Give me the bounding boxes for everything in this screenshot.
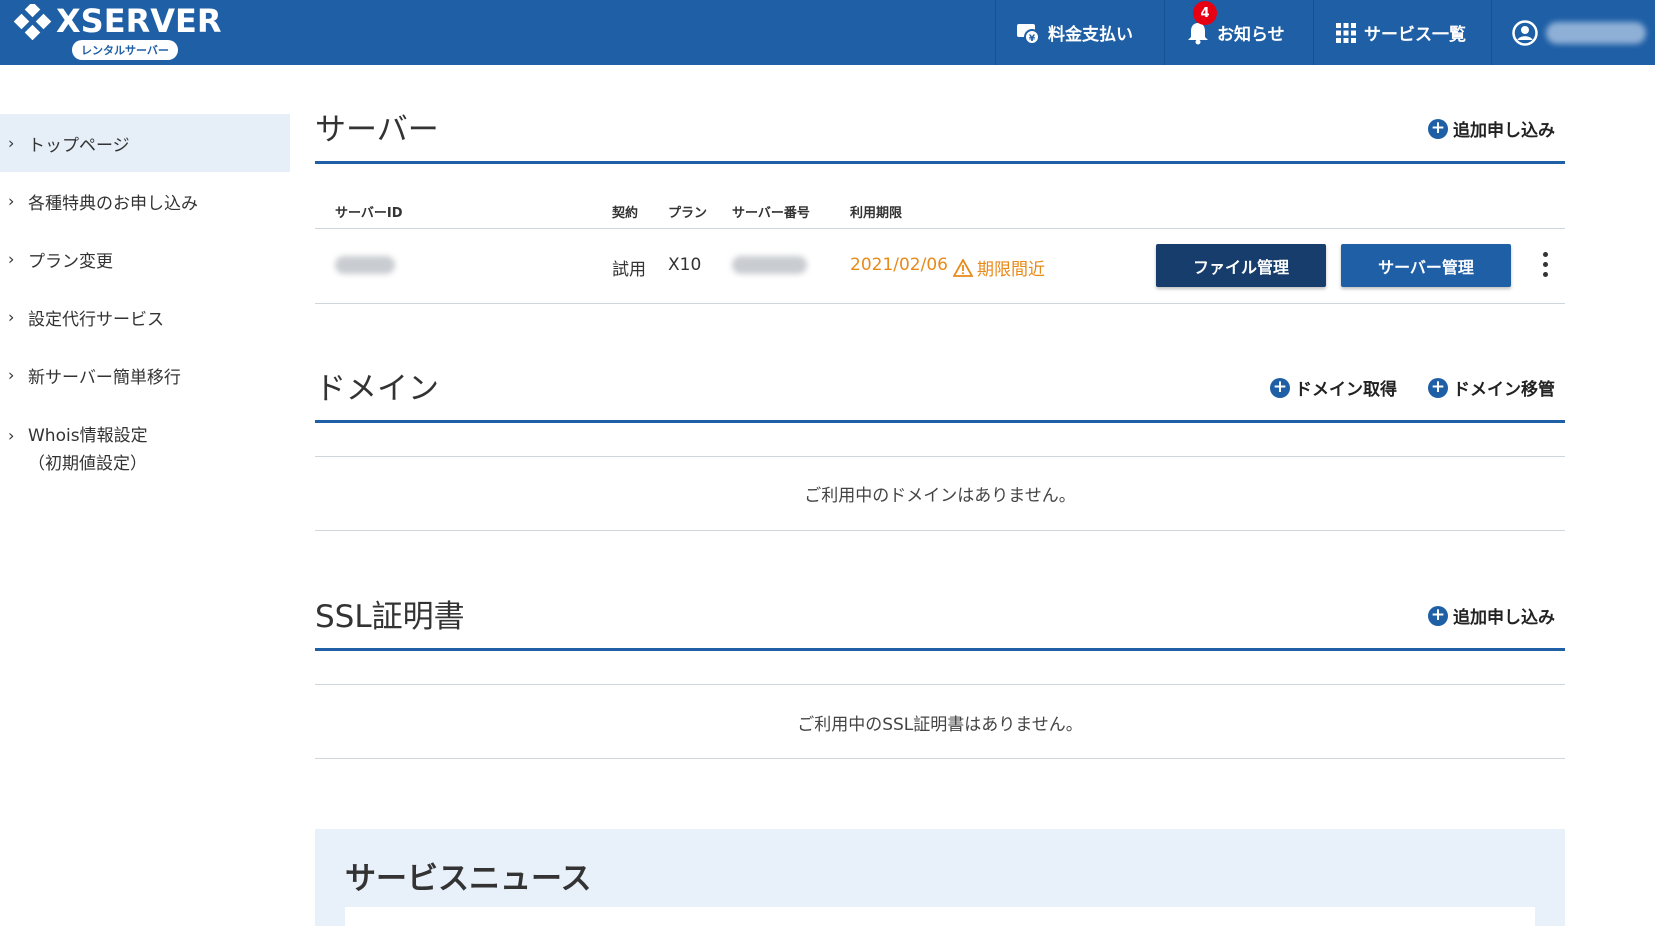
- nav-user-menu[interactable]: [1491, 0, 1655, 65]
- expiry-warning-label: 期限間近: [977, 260, 1045, 280]
- sidebar-item-label: 設定代行サービス: [28, 309, 164, 330]
- warning-icon: [953, 258, 973, 277]
- divider: [315, 303, 1565, 304]
- domain-empty-message: ご利用中のドメインはありません。: [804, 486, 1076, 506]
- service-news-panel: サービスニュース: [315, 829, 1565, 926]
- nav-news-label: お知らせ: [1217, 25, 1285, 45]
- xserver-logo[interactable]: XSERVER レンタルサーバー: [12, 2, 232, 60]
- payment-icon: ¥: [1016, 21, 1040, 45]
- divider: [315, 684, 1565, 685]
- grid-icon: [1336, 22, 1356, 43]
- sidebar-item-plan-change[interactable]: › プラン変更: [0, 230, 290, 288]
- plus-circle-icon: +: [1428, 605, 1448, 626]
- nav-services-label: サービス一覧: [1364, 25, 1466, 45]
- domain-transfer-label: ドメイン移管: [1453, 380, 1555, 400]
- divider: [315, 530, 1565, 531]
- ssl-section-title: SSL証明書: [315, 599, 465, 635]
- nav-services[interactable]: サービス一覧: [1313, 0, 1491, 65]
- chevron-right-icon: ›: [8, 133, 15, 153]
- chevron-right-icon: ›: [8, 191, 15, 211]
- user-icon: [1512, 19, 1538, 46]
- domain-transfer-link[interactable]: + ドメイン移管: [1428, 375, 1555, 400]
- divider: [315, 758, 1565, 759]
- domain-section-header: ドメイン + ドメイン取得 + ドメイン移管: [315, 371, 1565, 423]
- sidebar-item-label: Whois情報設定 （初期値設定）: [28, 422, 148, 478]
- server-number-redacted: [732, 256, 807, 274]
- chevron-right-icon: ›: [8, 249, 15, 269]
- col-server-id: サーバーID: [335, 206, 403, 221]
- server-section-title: サーバー: [315, 112, 439, 148]
- sidebar-item-label: トップページ: [28, 135, 130, 156]
- server-manager-button[interactable]: サーバー管理: [1341, 244, 1511, 287]
- expiry-warning: 期限間近: [953, 255, 1045, 280]
- chevron-right-icon: ›: [8, 426, 15, 445]
- logo-diamond-icon: [13, 4, 52, 40]
- service-news-title: サービスニュース: [345, 861, 592, 897]
- col-contract: 契約: [612, 206, 639, 221]
- more-options-icon[interactable]: [1543, 252, 1549, 282]
- plus-circle-icon: +: [1428, 118, 1448, 139]
- sidebar-item-setup-service[interactable]: › 設定代行サービス: [0, 288, 290, 346]
- chevron-right-icon: ›: [8, 307, 15, 327]
- domain-acquire-link[interactable]: + ドメイン取得: [1270, 375, 1397, 400]
- user-name-redacted: [1546, 21, 1646, 44]
- domain-acquire-label: ドメイン取得: [1295, 380, 1397, 400]
- server-expiry-date: 2021/02/06: [850, 255, 948, 275]
- logo-subtitle: レンタルサーバー: [72, 40, 178, 60]
- sidebar-item-server-migration[interactable]: › 新サーバー簡単移行: [0, 346, 290, 404]
- logo-text: XSERVER: [56, 2, 222, 40]
- service-news-content: [345, 907, 1535, 926]
- notification-badge: 4: [1193, 1, 1217, 25]
- server-contract: 試用: [612, 260, 646, 280]
- col-expiry: 利用期限: [850, 206, 903, 221]
- server-add-link[interactable]: + 追加申し込み: [1428, 116, 1555, 141]
- divider: [315, 228, 1565, 229]
- plus-circle-icon: +: [1270, 377, 1290, 398]
- domain-section-title: ドメイン: [315, 371, 439, 407]
- server-section-header: サーバー + 追加申し込み: [315, 112, 1565, 164]
- plus-circle-icon: +: [1428, 377, 1448, 398]
- nav-payment-label: 料金支払い: [1048, 25, 1133, 45]
- nav-news[interactable]: お知らせ: [1164, 0, 1314, 65]
- server-add-label: 追加申し込み: [1453, 121, 1555, 141]
- sidebar-item-top-page[interactable]: › トップページ: [0, 114, 290, 172]
- col-plan: プラン: [668, 206, 708, 221]
- ssl-empty-message: ご利用中のSSL証明書はありません。: [797, 715, 1083, 735]
- whois-label-line1: Whois情報設定: [28, 426, 148, 446]
- sidebar-item-label: 各種特典のお申し込み: [28, 193, 198, 214]
- sidebar-item-label: プラン変更: [28, 251, 113, 272]
- ssl-add-label: 追加申し込み: [1453, 608, 1555, 628]
- sidebar-item-label: 新サーバー簡単移行: [28, 367, 181, 388]
- top-header: XSERVER レンタルサーバー ¥ 料金支払い お知らせ 4 サービス一覧: [0, 0, 1655, 65]
- divider: [315, 456, 1565, 457]
- chevron-right-icon: ›: [8, 365, 15, 385]
- svg-text:¥: ¥: [1029, 34, 1036, 44]
- sidebar-item-benefits[interactable]: › 各種特典のお申し込み: [0, 172, 290, 230]
- ssl-section-header: SSL証明書 + 追加申し込み: [315, 599, 1565, 651]
- server-plan: X10: [668, 255, 702, 275]
- whois-label-line2: （初期値設定）: [28, 454, 147, 474]
- ssl-add-link[interactable]: + 追加申し込み: [1428, 603, 1555, 628]
- col-server-number: サーバー番号: [732, 206, 810, 221]
- sidebar-item-whois[interactable]: › Whois情報設定 （初期値設定）: [0, 404, 290, 474]
- file-manager-button[interactable]: ファイル管理: [1156, 244, 1326, 287]
- nav-payment[interactable]: ¥ 料金支払い: [995, 0, 1163, 65]
- server-id-redacted: [335, 256, 395, 274]
- sidebar: › トップページ › 各種特典のお申し込み › プラン変更 › 設定代行サービス…: [0, 114, 290, 474]
